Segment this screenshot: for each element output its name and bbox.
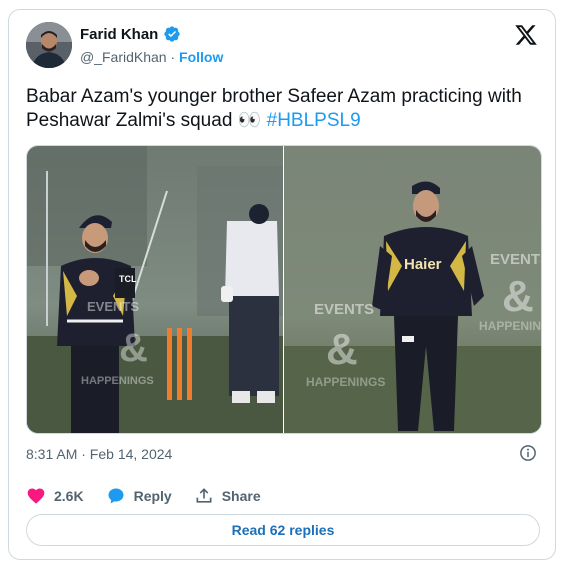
read-replies-button[interactable]: Read 62 replies [26,514,540,546]
watermark-line1-right: EVENTS [314,301,374,318]
media-photo-right[interactable]: Haier EVENTS & HAPPENINGS EVENTS & HAPPE… [284,146,541,433]
watermark-amp-left: & [119,326,148,370]
watermark-line3-right: HAPPENINGS [306,375,385,389]
follow-button[interactable]: Follow [179,49,223,65]
reply-label: Reply [133,488,172,504]
watermark-amp-right-edge: & [502,272,534,321]
info-icon[interactable] [519,444,537,462]
share-icon [196,488,212,503]
left-jersey-logo: TCL [119,274,137,284]
like-count: 2.6K [54,488,84,504]
watermark-line3-right-edge: HAPPENINGS [479,319,541,333]
avatar[interactable] [26,22,72,68]
like-button[interactable]: 2.6K [26,486,84,506]
media-photo-left[interactable]: TCL EVENTS & HAPPENINGS [27,146,283,433]
watermark-line1-left: EVENTS [87,299,139,314]
tweet-card: Farid Khan @_FaridKhan · Follow Babar Az… [8,9,556,560]
heart-icon [27,488,45,504]
x-logo-icon[interactable] [514,23,538,47]
share-label: Share [221,488,261,504]
eyes-emoji: 👀 [237,110,262,131]
tweet-text: Babar Azam's younger brother Safeer Azam… [26,85,536,133]
tweet-media[interactable]: TCL EVENTS & HAPPENINGS Haier EVENTS & H… [26,145,542,434]
watermark-line1-right-edge: EVENTS [490,251,541,268]
hashtag-link[interactable]: #HBLPSL9 [267,110,361,131]
watermark-line3-left: HAPPENINGS [81,375,154,387]
share-button[interactable]: Share [194,486,261,506]
reply-button[interactable]: Reply [106,486,172,506]
right-jersey-sponsor: Haier [404,256,442,273]
action-bar: 2.6K Reply Share [26,486,283,506]
handle-separator: · [170,49,176,65]
watermark-amp-right: & [326,325,358,374]
reply-bubble-icon [108,488,124,504]
author-name[interactable]: Farid Khan [80,26,158,43]
verified-badge-icon [164,26,181,42]
author-handle[interactable]: @_FaridKhan [80,49,167,65]
tweet-timestamp[interactable]: 8:31 AM · Feb 14, 2024 [26,446,172,462]
